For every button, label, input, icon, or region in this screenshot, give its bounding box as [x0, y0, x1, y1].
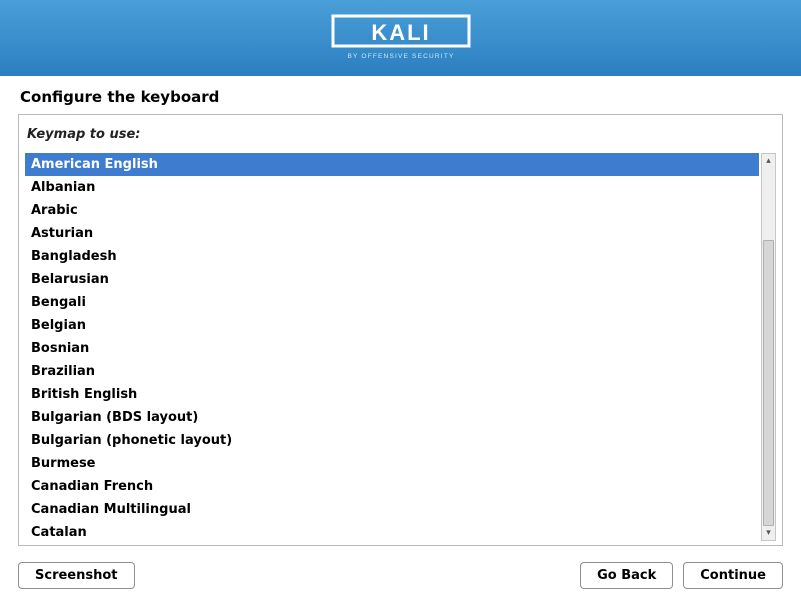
svg-text:KALI: KALI	[371, 20, 430, 45]
keymap-label: Keymap to use:	[25, 125, 776, 152]
list-item[interactable]: Bulgarian (phonetic layout)	[25, 429, 759, 452]
list-item[interactable]: Canadian Multilingual	[25, 498, 759, 521]
screenshot-button[interactable]: Screenshot	[18, 562, 135, 589]
list-item[interactable]: Brazilian	[25, 360, 759, 383]
keymap-list[interactable]: American EnglishAlbanianArabicAsturianBa…	[25, 153, 759, 541]
list-item[interactable]: Catalan	[25, 521, 759, 541]
scroll-thumb[interactable]	[763, 240, 774, 526]
continue-button[interactable]: Continue	[683, 562, 783, 589]
list-item[interactable]: Belgian	[25, 314, 759, 337]
keymap-list-wrapper: American EnglishAlbanianArabicAsturianBa…	[25, 152, 776, 541]
scroll-up-icon[interactable]: ▴	[762, 154, 775, 168]
list-item[interactable]: Albanian	[25, 176, 759, 199]
list-item[interactable]: Belarusian	[25, 268, 759, 291]
list-item[interactable]: British English	[25, 383, 759, 406]
list-item[interactable]: Bosnian	[25, 337, 759, 360]
list-item[interactable]: Burmese	[25, 452, 759, 475]
list-item[interactable]: American English	[25, 153, 759, 176]
kali-logo: KALI BY OFFENSIVE SECURITY	[331, 14, 471, 62]
list-item[interactable]: Asturian	[25, 222, 759, 245]
scrollbar[interactable]: ▴ ▾	[761, 153, 776, 541]
go-back-button[interactable]: Go Back	[580, 562, 673, 589]
header-banner: KALI BY OFFENSIVE SECURITY	[0, 0, 801, 76]
list-item[interactable]: Bulgarian (BDS layout)	[25, 406, 759, 429]
page-title: Configure the keyboard	[0, 76, 801, 114]
footer: Screenshot Go Back Continue	[0, 556, 801, 600]
svg-text:BY OFFENSIVE SECURITY: BY OFFENSIVE SECURITY	[347, 53, 454, 60]
list-item[interactable]: Bangladesh	[25, 245, 759, 268]
list-item[interactable]: Bengali	[25, 291, 759, 314]
list-item[interactable]: Arabic	[25, 199, 759, 222]
content-panel: Keymap to use: American EnglishAlbanianA…	[18, 114, 783, 546]
list-item[interactable]: Canadian French	[25, 475, 759, 498]
scroll-down-icon[interactable]: ▾	[762, 526, 775, 540]
